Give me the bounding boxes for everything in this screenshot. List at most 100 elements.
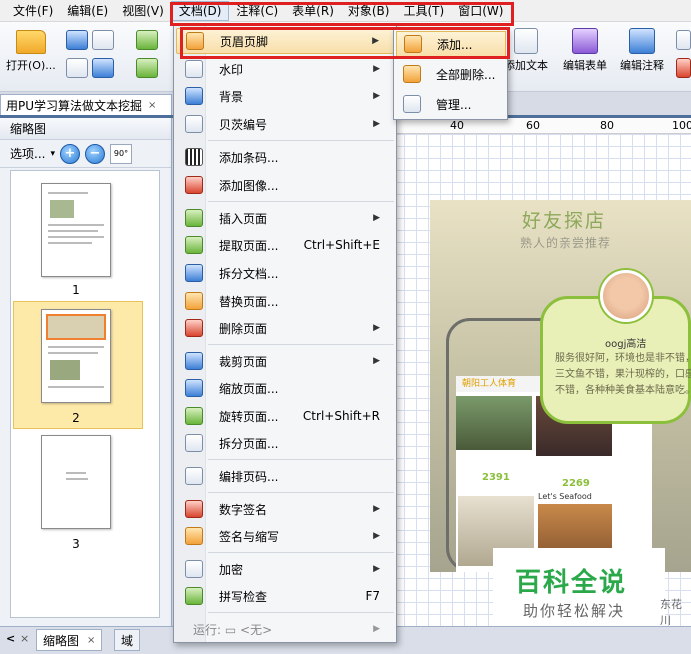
document-tab-title: 用PU学习算法做文本挖掘 [6,99,143,113]
watermark-subtitle: 助你轻松解决 [523,602,626,620]
watermark-title: 百科全说 [515,568,628,598]
submenu-item-add[interactable]: 添加... [396,31,506,57]
menu-item-page-number[interactable]: 编排页码... [176,463,394,489]
save-icon[interactable] [66,30,88,50]
submenu-arrow-icon: ▶ [372,36,379,46]
chevron-down-icon[interactable]: ▾ [50,149,55,159]
menu-item-add-barcode[interactable]: 添加条码... [176,144,394,170]
menu-window[interactable]: 窗口(W) [451,1,510,21]
menu-form[interactable]: 表单(R) [285,1,341,21]
split-doc-icon [185,264,203,282]
menu-item-insert-page[interactable]: 插入页面 ▶ [176,205,394,231]
menu-item-rotate-page[interactable]: 旋转页面... Ctrl+Shift+R [176,403,394,429]
submenu-arrow-icon: ▶ [373,213,380,223]
menu-separator [208,201,394,202]
thumbnail-list[interactable]: 1 2 3 [10,170,160,618]
reviewer-name: oogj高洁 [605,339,647,350]
menu-item-watermark[interactable]: 水印 ▶ [176,56,394,82]
menu-separator [208,140,394,141]
feed-photo [456,396,532,450]
submenu-arrow-icon: ▶ [373,624,380,634]
close-icon[interactable]: × [20,632,29,645]
menu-item-replace-page[interactable]: 替换页面... [176,288,394,314]
document-tab-close[interactable]: × [148,100,156,111]
menu-separator [208,459,394,460]
tab-fields[interactable]: 域 [114,629,141,651]
page-thumbnail-1[interactable] [41,183,111,277]
tab-thumbnails[interactable]: 缩略图 × [36,629,103,651]
close-icon[interactable]: × [87,635,95,646]
menu-item-delete-page[interactable]: 删除页面 ▶ [176,315,394,341]
manage-header-icon [403,95,421,113]
menu-view[interactable]: 视图(V) [115,1,171,21]
menu-item-background[interactable]: 背景 ▶ [176,83,394,109]
menu-tools[interactable]: 工具(T) [396,1,451,21]
options-dropdown[interactable]: 选项... [10,145,45,162]
ruler-mark: 100 [672,119,691,132]
menu-item-bates[interactable]: 贝茨编号 ▶ [176,111,394,137]
menu-item-sign-initials[interactable]: 签名与缩写 ▶ [176,523,394,549]
header-footer-submenu: 添加... 全部删除... 管理... [393,28,508,120]
document-tab[interactable]: 用PU学习算法做文本挖掘 × [0,94,172,116]
watermark-icon [185,60,203,78]
menu-item-split-doc[interactable]: 拆分文档... [176,260,394,286]
back-icon[interactable] [136,30,158,50]
ruler-mark: 40 [450,119,464,132]
menu-comment[interactable]: 注释(C) [229,1,285,21]
background-icon [185,87,203,105]
tab-thumbnails-label: 缩略图 [43,633,80,648]
menu-item-spellcheck[interactable]: 拼写检查 F7 [176,583,394,609]
menu-item-crop-page[interactable]: 裁剪页面 ▶ [176,348,394,374]
insert-page-icon [185,209,203,227]
submenu-item-remove-all[interactable]: 全部删除... [396,61,506,87]
submenu-arrow-icon: ▶ [373,64,380,74]
menu-item-split-page[interactable]: 拆分页面... [176,430,394,456]
ruler-mark: 80 [600,119,614,132]
nav-left-icon[interactable]: < [6,632,15,645]
watermark-logo: 百科全说 助你轻松解决 [493,548,665,626]
email-icon[interactable] [92,58,114,78]
menu-item-encrypt[interactable]: 加密 ▶ [176,556,394,582]
submenu-item-manage[interactable]: 管理... [396,91,506,117]
split-page-icon [185,434,203,452]
edit-form-button[interactable]: 编辑表单 [563,28,607,73]
menu-item-extract-page[interactable]: 提取页面... Ctrl+Shift+E [176,232,394,258]
rotate-page-icon [185,407,203,425]
menu-item-run[interactable]: 运行: ▭ <无> ▶ [176,616,394,642]
edit-form-icon [572,28,598,54]
page-thumbnail-2[interactable] [41,309,111,403]
menu-separator [208,344,394,345]
edit-annotation-button[interactable]: 编辑注释 [620,28,664,73]
menu-file[interactable]: 文件(F) [6,1,60,21]
signature-icon [185,527,203,545]
submenu-arrow-icon: ▶ [373,504,380,514]
page-thumbnail-3[interactable] [41,435,111,529]
spellcheck-icon [185,587,203,605]
menu-object[interactable]: 对象(B) [341,1,397,21]
menu-separator [208,612,394,613]
print-icon[interactable] [92,30,114,50]
menu-item-add-image[interactable]: 添加图像... [176,172,394,198]
menu-document[interactable]: 文档(D) [170,0,230,21]
open-label: 打开(O)... [6,59,56,72]
text-tool-icon[interactable] [676,30,691,50]
printer-icon[interactable] [66,58,88,78]
menu-edit[interactable]: 编辑(E) [60,1,115,21]
zoom-in-icon[interactable]: + [59,143,80,164]
rotate-button[interactable]: 90° [109,143,132,164]
add-text-button[interactable]: 添加文本 [504,28,548,73]
delete-page-icon [185,319,203,337]
ruler-mark: 60 [526,119,540,132]
menu-item-header-footer[interactable]: 页眉页脚 ▶ [176,28,394,54]
page-image: 好友探店 熟人的亲尝推荐 朝阳工人体育 2391 2269 Let's Seaf… [430,200,691,572]
open-button[interactable]: 打开(O)... [6,30,56,73]
zoom-out-icon[interactable]: − [84,143,105,164]
forward-icon[interactable] [136,58,158,78]
menu-item-resize-page[interactable]: 缩放页面... [176,375,394,401]
resize-page-icon [185,379,203,397]
page-number-icon [185,467,203,485]
folder-icon [15,30,46,54]
menu-item-digital-signature[interactable]: 数字签名 ▶ [176,496,394,522]
poster-title: 好友探店 [522,210,607,232]
typewriter-icon[interactable] [676,58,691,78]
